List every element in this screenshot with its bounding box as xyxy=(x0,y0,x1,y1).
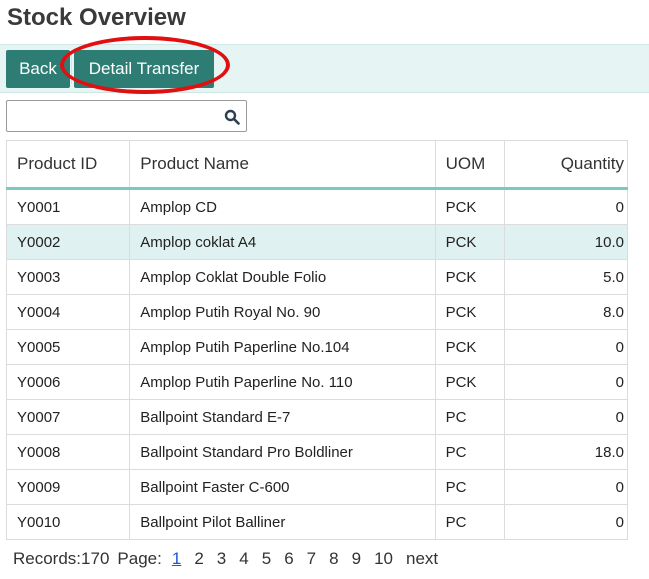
stock-table: Product ID Product Name UOM Quantity Y00… xyxy=(5,140,629,540)
cell-product-name: Ballpoint Standard Pro Boldliner xyxy=(129,434,436,470)
cell-quantity: 8.0 xyxy=(503,294,629,330)
table-header-row: Product ID Product Name UOM Quantity xyxy=(5,140,629,190)
page-link-5[interactable]: 5 xyxy=(262,549,271,569)
page-link-6[interactable]: 6 xyxy=(284,549,293,569)
toolbar: Back Detail Transfer xyxy=(0,44,649,93)
cell-uom: PCK xyxy=(434,364,505,400)
cell-product-name: Ballpoint Standard E-7 xyxy=(129,399,436,435)
records-label: Records: xyxy=(13,549,82,568)
cell-uom: PCK xyxy=(434,294,505,330)
table-row[interactable]: Y0001 Amplop CD PCK 0 xyxy=(5,188,629,225)
cell-quantity: 0 xyxy=(503,329,629,365)
search-icon[interactable] xyxy=(224,109,240,125)
cell-quantity: 0 xyxy=(503,399,629,435)
back-button[interactable]: Back xyxy=(6,50,70,88)
pagination: Records: 170 Page: 1 2 3 4 5 6 7 8 9 10 … xyxy=(13,549,438,569)
table-row[interactable]: Y0010 Ballpoint Pilot Balliner PC 0 xyxy=(5,504,629,540)
cell-quantity: 0 xyxy=(503,469,629,505)
page-link-8[interactable]: 8 xyxy=(329,549,338,569)
page-link-9[interactable]: 9 xyxy=(352,549,361,569)
cell-uom: PC xyxy=(434,434,505,470)
cell-product-name: Amplop Coklat Double Folio xyxy=(129,259,436,295)
table-row[interactable]: Y0008 Ballpoint Standard Pro Boldliner P… xyxy=(5,434,629,470)
cell-product-id: Y0004 xyxy=(5,294,131,330)
search-input[interactable] xyxy=(9,103,218,131)
cell-quantity: 18.0 xyxy=(503,434,629,470)
page-link-4[interactable]: 4 xyxy=(239,549,248,569)
cell-quantity: 0 xyxy=(503,364,629,400)
cell-product-name: Ballpoint Faster C-600 xyxy=(129,469,436,505)
table-row[interactable]: Y0005 Amplop Putih Paperline No.104 PCK … xyxy=(5,329,629,365)
cell-quantity: 0 xyxy=(503,504,629,540)
page-label: Page: xyxy=(117,549,162,568)
page-link-10[interactable]: 10 xyxy=(374,549,393,569)
cell-product-id: Y0005 xyxy=(5,329,131,365)
cell-product-id: Y0006 xyxy=(5,364,131,400)
toolbar-divider xyxy=(71,54,72,84)
cell-uom: PC xyxy=(434,504,505,540)
cell-uom: PCK xyxy=(434,329,505,365)
page-link-1[interactable]: 1 xyxy=(172,549,181,569)
column-header-product-id[interactable]: Product ID xyxy=(5,140,131,190)
cell-product-name: Amplop Putih Paperline No.104 xyxy=(129,329,436,365)
records-count: 170 xyxy=(81,549,110,568)
cell-product-name: Amplop CD xyxy=(129,188,436,225)
cell-uom: PCK xyxy=(434,188,505,225)
cell-product-name: Amplop Putih Royal No. 90 xyxy=(129,294,436,330)
cell-quantity: 5.0 xyxy=(503,259,629,295)
cell-product-id: Y0008 xyxy=(5,434,131,470)
search-box xyxy=(6,100,247,132)
table-row-selected[interactable]: Y0002 Amplop coklat A4 PCK 10.0 xyxy=(5,224,629,260)
table-row[interactable]: Y0003 Amplop Coklat Double Folio PCK 5.0 xyxy=(5,259,629,295)
cell-uom: PCK xyxy=(434,224,505,260)
cell-product-id: Y0001 xyxy=(5,188,131,225)
page-link-7[interactable]: 7 xyxy=(307,549,316,569)
table-row[interactable]: Y0006 Amplop Putih Paperline No. 110 PCK… xyxy=(5,364,629,400)
cell-product-name: Ballpoint Pilot Balliner xyxy=(129,504,436,540)
column-header-product-name[interactable]: Product Name xyxy=(129,140,436,190)
page-title: Stock Overview xyxy=(7,4,186,31)
page-link-2[interactable]: 2 xyxy=(194,549,203,569)
table-row[interactable]: Y0009 Ballpoint Faster C-600 PC 0 xyxy=(5,469,629,505)
cell-product-name: Amplop Putih Paperline No. 110 xyxy=(129,364,436,400)
cell-uom: PC xyxy=(434,399,505,435)
table-row[interactable]: Y0007 Ballpoint Standard E-7 PC 0 xyxy=(5,399,629,435)
cell-product-id: Y0010 xyxy=(5,504,131,540)
cell-product-id: Y0009 xyxy=(5,469,131,505)
cell-product-id: Y0002 xyxy=(5,224,131,260)
cell-product-id: Y0003 xyxy=(5,259,131,295)
detail-transfer-button[interactable]: Detail Transfer xyxy=(74,50,214,88)
cell-quantity: 10.0 xyxy=(503,224,629,260)
next-page-link[interactable]: next xyxy=(406,549,438,569)
cell-product-id: Y0007 xyxy=(5,399,131,435)
table-row[interactable]: Y0004 Amplop Putih Royal No. 90 PCK 8.0 xyxy=(5,294,629,330)
cell-uom: PCK xyxy=(434,259,505,295)
cell-product-name: Amplop coklat A4 xyxy=(129,224,436,260)
cell-quantity: 0 xyxy=(503,188,629,225)
page-link-3[interactable]: 3 xyxy=(217,549,226,569)
column-header-quantity[interactable]: Quantity xyxy=(503,140,629,190)
column-header-uom[interactable]: UOM xyxy=(434,140,505,190)
cell-uom: PC xyxy=(434,469,505,505)
